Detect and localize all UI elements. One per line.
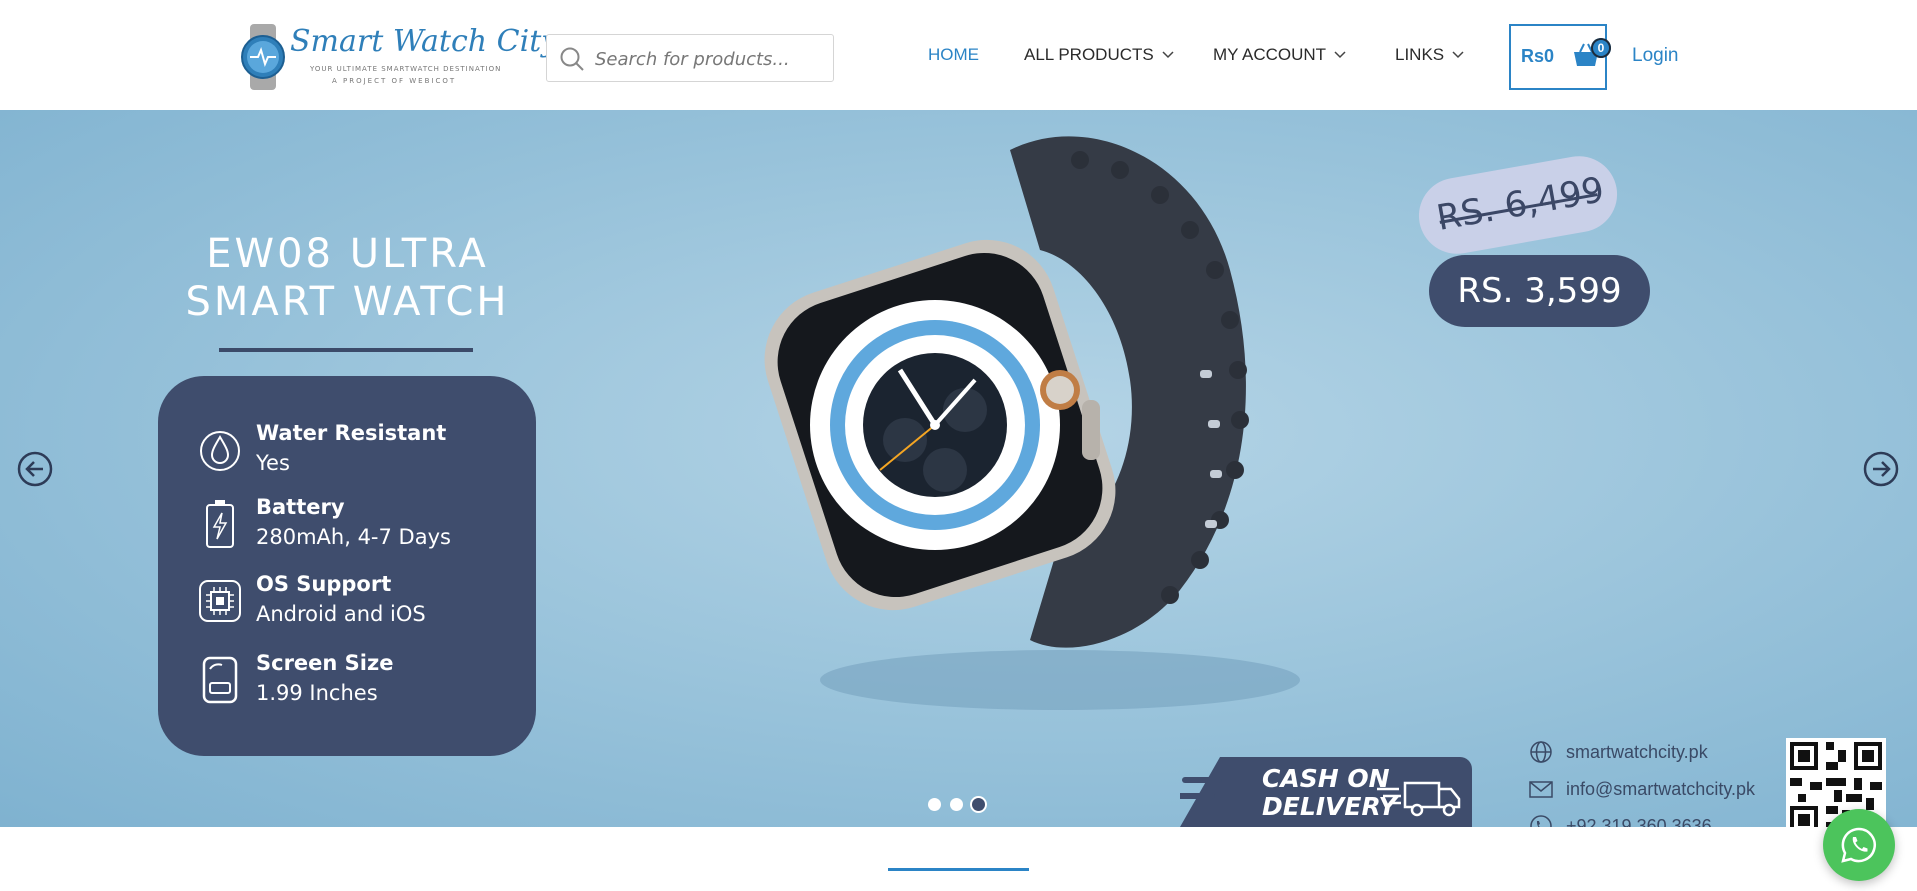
logo-subline: A PROJECT OF WEBICOT: [332, 77, 457, 85]
phone-icon: [1530, 815, 1552, 827]
spec-value: 1.99 Inches: [256, 681, 378, 705]
section-divider: [888, 868, 1029, 871]
slider-dot-1[interactable]: [928, 798, 941, 811]
contact-website: smartwatchcity.pk: [1528, 740, 1708, 764]
chevron-down-icon: [1452, 51, 1464, 59]
cart-total: Rs0: [1521, 46, 1555, 66]
old-price-value: RS. 6,499: [1433, 170, 1608, 239]
mail-icon: [1529, 781, 1553, 798]
hero-slider: EW08 ULTRA SMART WATCH Water Resistant Y…: [0, 110, 1917, 827]
globe-icon: [1530, 741, 1552, 763]
delivery-truck-icon: [1377, 781, 1461, 817]
old-price-tag: RS. 6,499: [1412, 150, 1624, 260]
search-box: [546, 34, 834, 82]
nav-all-products[interactable]: ALL PRODUCTS: [1024, 45, 1174, 65]
slider-prev-arrow-icon[interactable]: [17, 451, 53, 487]
logo-tagline: YOUR ULTIMATE SMARTWATCH DESTINATION: [310, 65, 502, 73]
hero-divider: [219, 348, 473, 352]
spec-label: Battery: [256, 495, 345, 519]
logo-title: Smart Watch City: [290, 24, 559, 59]
cart-button[interactable]: Rs0 0: [1509, 24, 1611, 90]
whatsapp-icon: [1841, 827, 1876, 863]
nav-my-account-label: MY ACCOUNT: [1213, 45, 1327, 64]
sale-price-value: RS. 3,599: [1457, 271, 1622, 311]
cart-count-badge: 0: [1591, 38, 1611, 58]
spec-battery: Battery 280mAh, 4-7 Days: [198, 495, 518, 559]
spec-value: Android and iOS: [256, 602, 426, 626]
cash-on-delivery-banner: CASH ON DELIVERY: [1180, 757, 1472, 827]
nav-all-products-label: ALL PRODUCTS: [1024, 45, 1154, 64]
login-link[interactable]: Login: [1632, 45, 1679, 67]
slider-next-arrow-icon[interactable]: [1863, 451, 1899, 487]
screen-icon: [202, 656, 238, 704]
spec-value: Yes: [256, 451, 290, 475]
slider-pagination: [928, 798, 985, 811]
spec-label: Water Resistant: [256, 421, 447, 445]
chip-icon: [199, 580, 241, 622]
chevron-down-icon: [1334, 51, 1346, 59]
spec-os: OS Support Android and iOS: [198, 572, 518, 636]
site-logo[interactable]: Smart Watch City YOUR ULTIMATE SMARTWATC…: [240, 24, 558, 90]
spec-value: 280mAh, 4-7 Days: [256, 525, 451, 549]
hero-title-line2: SMART WATCH: [185, 279, 510, 325]
nav-home-label: HOME: [928, 45, 979, 64]
contact-email: info@smartwatchcity.pk: [1528, 777, 1755, 801]
search-icon[interactable]: [559, 46, 585, 72]
nav-home[interactable]: HOME: [928, 45, 979, 65]
email-text: info@smartwatchcity.pk: [1566, 778, 1755, 799]
website-text: smartwatchcity.pk: [1566, 741, 1708, 762]
slider-dot-3[interactable]: [972, 798, 985, 811]
chevron-down-icon: [1162, 51, 1174, 59]
spec-screen: Screen Size 1.99 Inches: [198, 651, 518, 715]
contact-phone: +92 319 360 3636: [1528, 814, 1712, 827]
phone-text: +92 319 360 3636: [1566, 815, 1712, 828]
battery-icon: [206, 500, 234, 548]
watch-logo-icon: [241, 24, 285, 90]
spec-water: Water Resistant Yes: [198, 421, 518, 485]
hero-title-line1: EW08 ULTRA: [206, 231, 489, 277]
site-header: Smart Watch City YOUR ULTIMATE SMARTWATC…: [0, 0, 1917, 110]
whatsapp-chat-button[interactable]: [1823, 809, 1895, 881]
smartwatch-product-image: [764, 136, 1300, 710]
sale-price-tag: RS. 3,599: [1429, 255, 1650, 327]
search-input[interactable]: [595, 47, 825, 71]
nav-links-label: LINKS: [1395, 45, 1445, 64]
nav-my-account[interactable]: MY ACCOUNT: [1213, 45, 1346, 65]
slider-dot-2[interactable]: [950, 798, 963, 811]
water-drop-icon: [200, 431, 240, 471]
hero-title: EW08 ULTRA SMART WATCH: [150, 230, 545, 326]
spec-label: Screen Size: [256, 651, 394, 675]
spec-card: Water Resistant Yes Battery 280mAh, 4-7 …: [158, 376, 536, 756]
spec-label: OS Support: [256, 572, 392, 596]
nav-links[interactable]: LINKS: [1395, 45, 1464, 65]
